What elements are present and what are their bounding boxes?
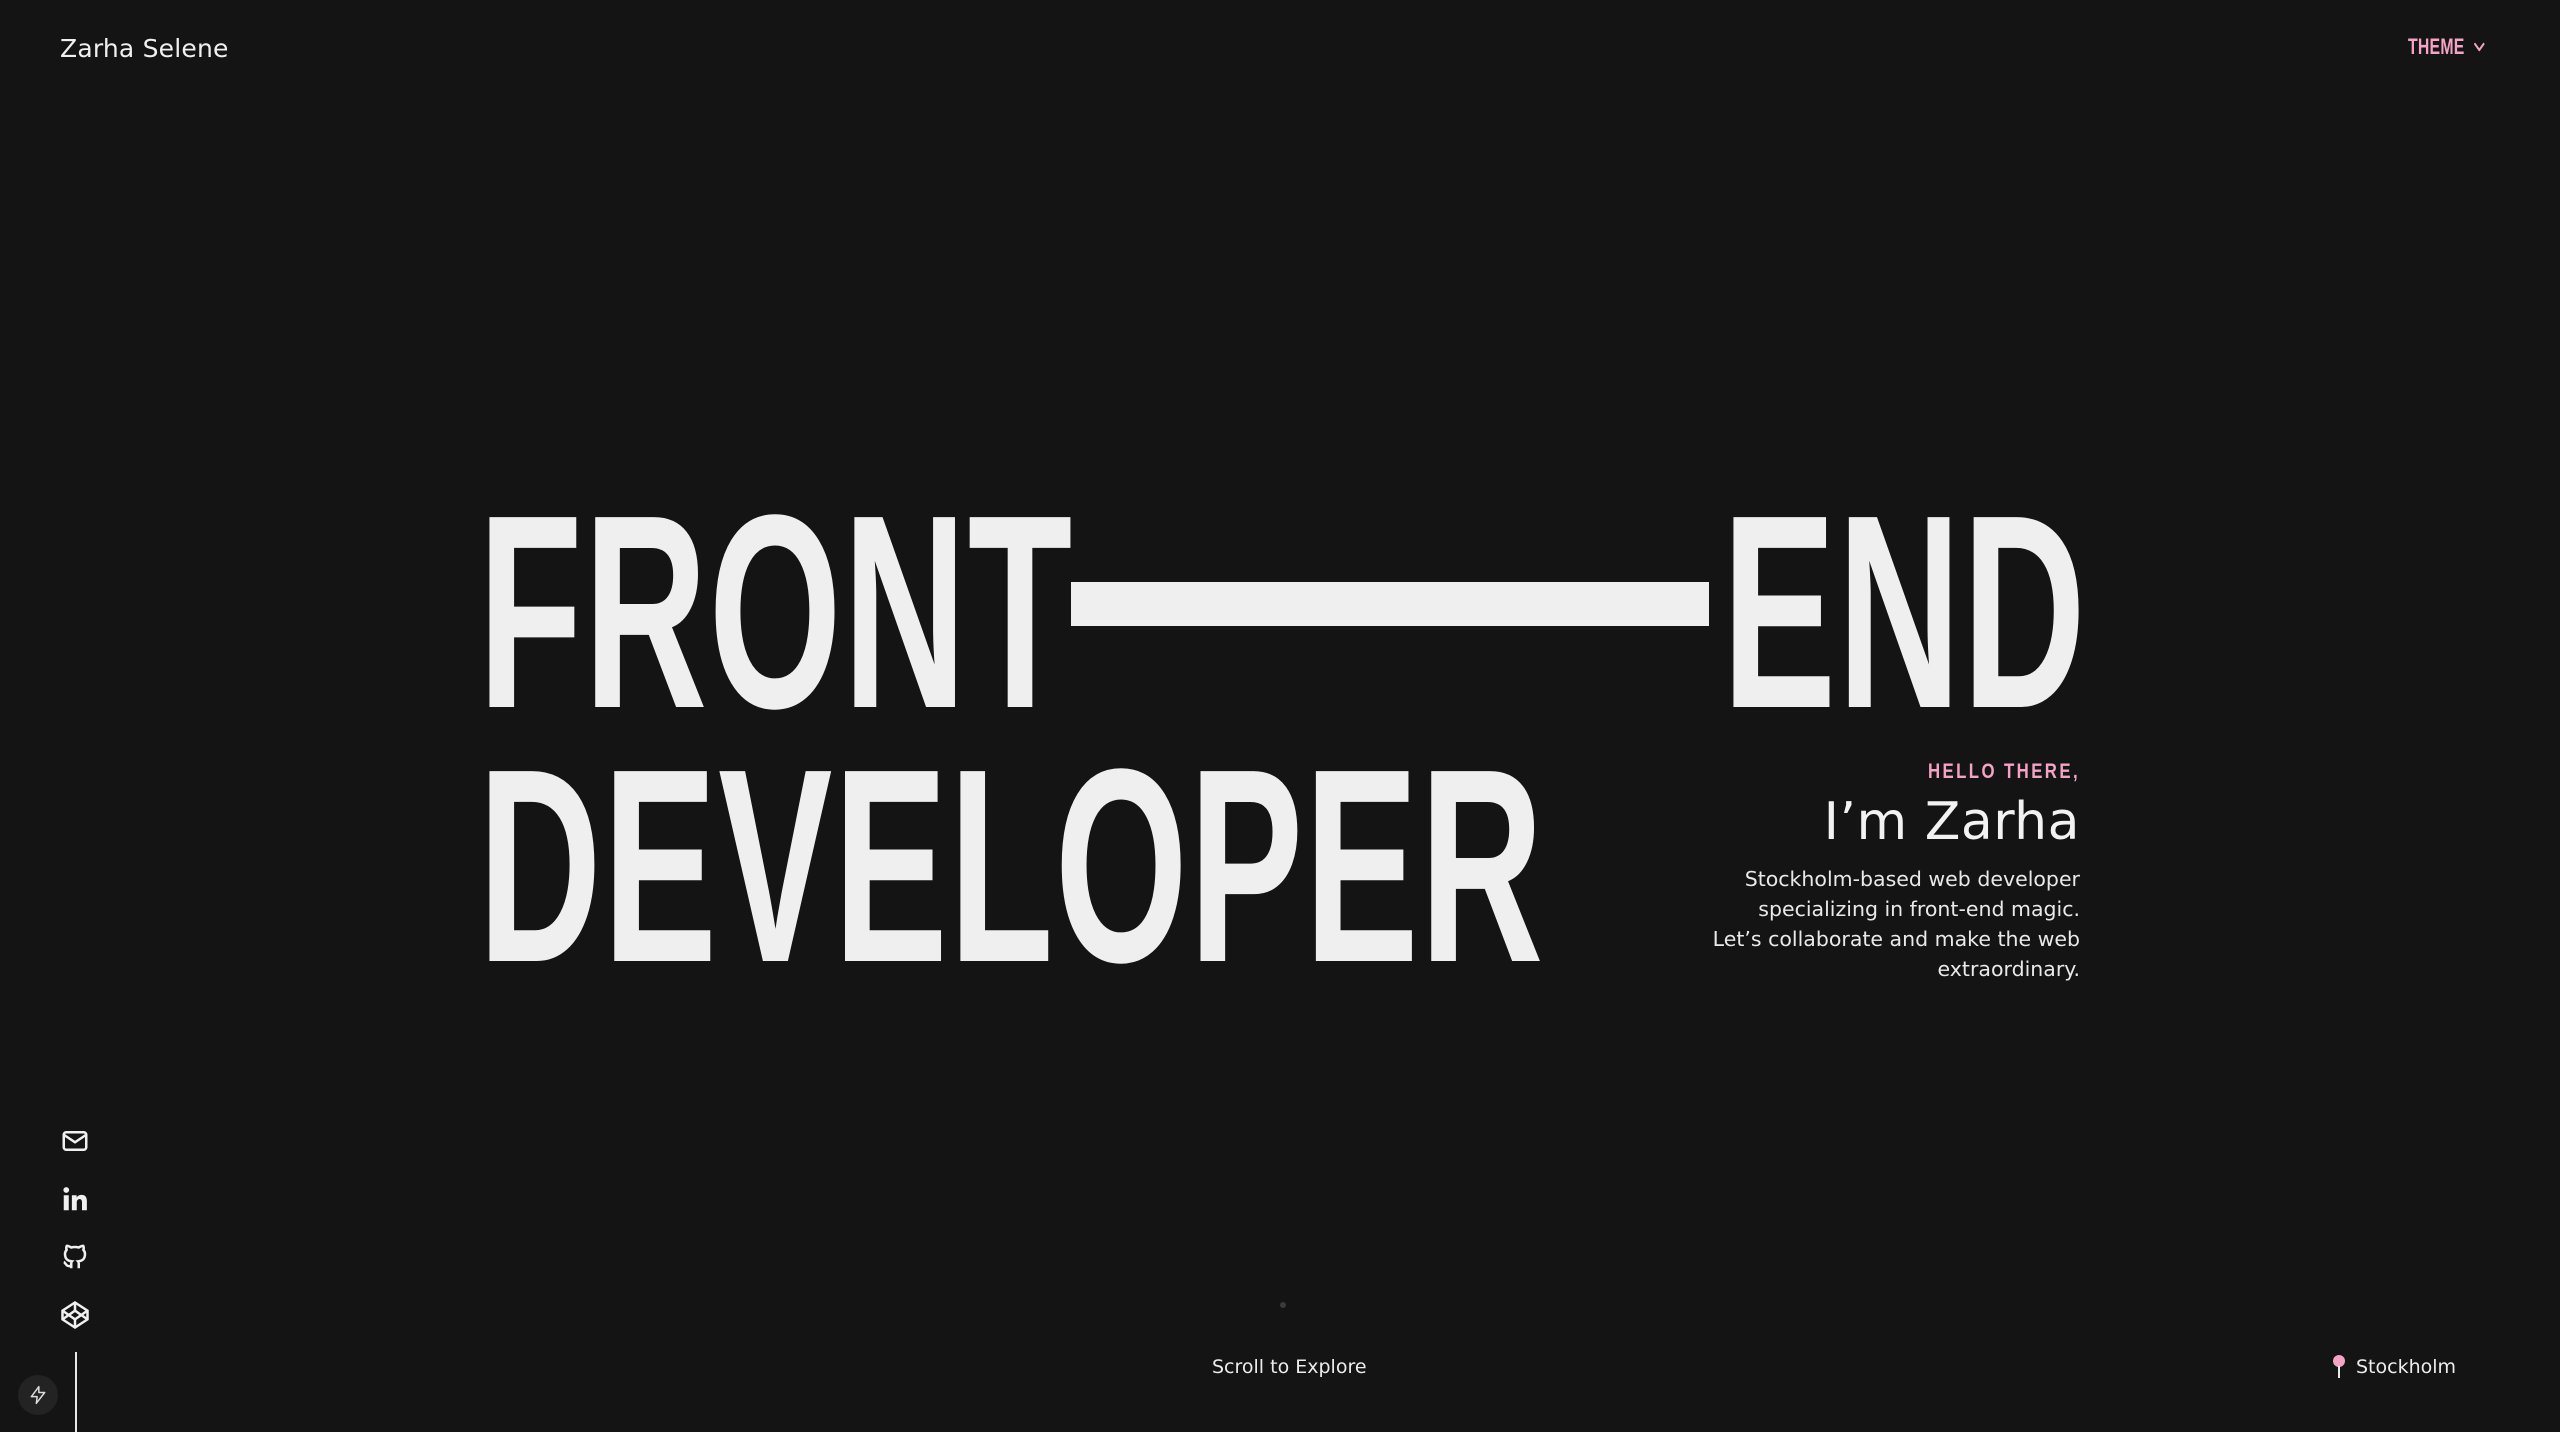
intro-name: I’m Zarha	[1823, 792, 2080, 852]
codepen-icon	[61, 1301, 89, 1329]
scroll-hint[interactable]: Scroll to Explore	[1212, 1356, 1367, 1378]
intro-description-line: extraordinary.	[1937, 957, 2080, 981]
intro-block: HELLO THERE, I’m Zarha Stockholm-based w…	[1560, 760, 2080, 984]
location: Stockholm	[2330, 1354, 2456, 1380]
theme-toggle[interactable]: THEME	[2408, 34, 2486, 60]
intro-description-line: Stockholm-based web developer	[1744, 867, 2080, 891]
page: Zarha Selene THEME FRONT END DEVELOPER H…	[0, 0, 2560, 1432]
hero-dash	[1071, 582, 1709, 626]
github-icon	[63, 1244, 87, 1269]
chevron-down-icon	[2473, 42, 2485, 52]
linkedin-icon	[63, 1187, 87, 1211]
theme-label: THEME	[2408, 34, 2465, 59]
social-rail-line	[75, 1352, 77, 1432]
intro-description-line: Let’s collaborate and make the web	[1712, 927, 2080, 951]
location-label: Stockholm	[2356, 1356, 2457, 1378]
map-pin-icon	[2333, 1355, 2345, 1378]
social-links	[58, 1124, 92, 1332]
linkedin-link[interactable]	[58, 1182, 92, 1216]
site-brand[interactable]: Zarha Selene	[60, 34, 229, 63]
intro-greeting: HELLO THERE,	[1927, 760, 2080, 783]
email-link[interactable]	[58, 1124, 92, 1158]
intro-description: Stockholm-based web developer specializi…	[1560, 864, 2080, 984]
hero-word-developer: DEVELOPER	[478, 712, 1545, 1020]
mail-icon	[62, 1131, 88, 1151]
hero-word-front: FRONT	[478, 458, 1074, 766]
codepen-link[interactable]	[58, 1298, 92, 1332]
scroll-indicator-dot	[1280, 1302, 1286, 1308]
github-link[interactable]	[58, 1240, 92, 1274]
hero-word-end: END	[1722, 458, 2088, 766]
intro-description-line: specializing in front-end magic.	[1758, 897, 2080, 921]
quick-action-button[interactable]	[18, 1375, 58, 1415]
lightning-icon	[30, 1385, 46, 1405]
